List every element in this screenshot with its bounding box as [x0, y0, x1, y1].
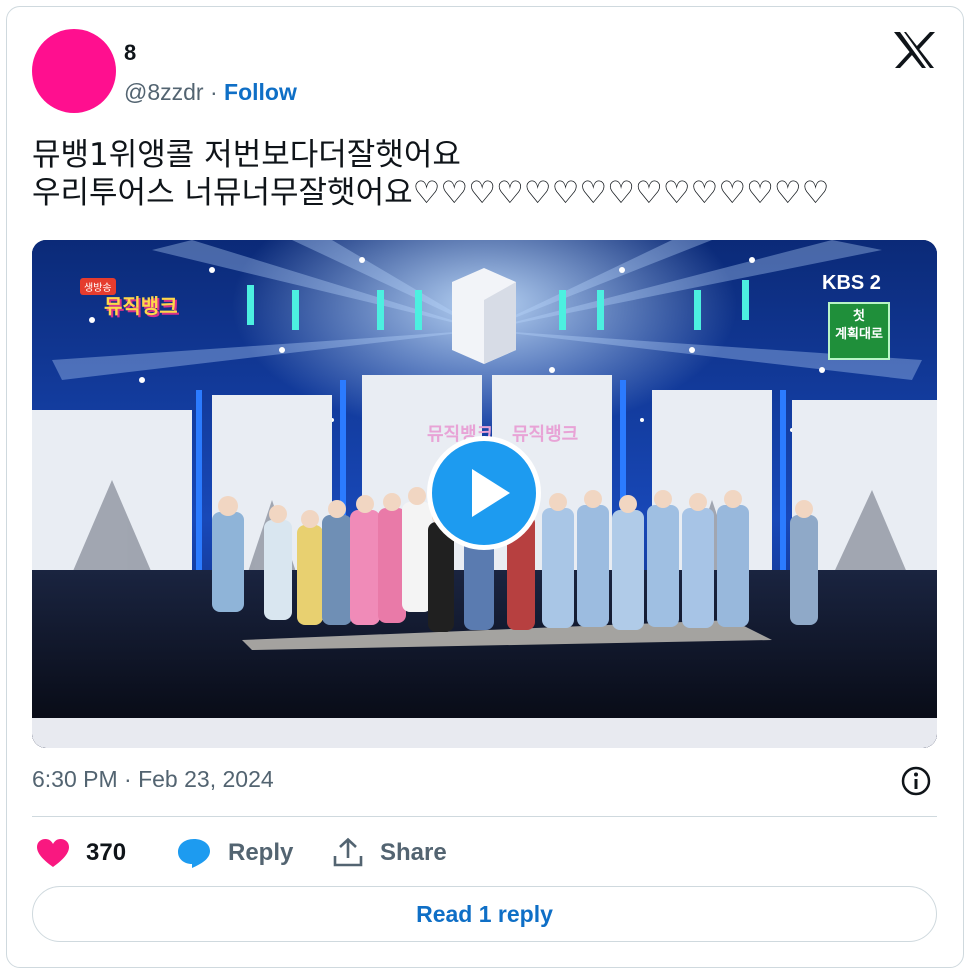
reply-button[interactable]: Reply — [176, 834, 293, 872]
heart-icon — [37, 839, 69, 867]
handle-row: @8zzdr · Follow — [124, 79, 297, 106]
play-icon — [472, 469, 510, 517]
handle-separator: · — [203, 79, 225, 105]
caption-bottom: 계획대로 — [835, 327, 883, 342]
x-logo-icon[interactable] — [892, 30, 936, 70]
tweet-line-2: 우리투어스 너뮤너무잘햇어요♡♡♡♡♡♡♡♡♡♡♡♡♡♡♡ — [32, 175, 830, 211]
share-icon — [333, 837, 363, 867]
tweet-text: 뮤뱅1위앵콜 저번보다더잘햇어요 우리투어스 너뮤너무잘햇어요♡♡♡♡♡♡♡♡♡… — [32, 136, 932, 212]
like-count: 370 — [86, 839, 127, 866]
broadcaster-logo: KBS 2 — [822, 272, 881, 294]
caption-box: 첫 계획대로 — [828, 302, 890, 360]
reply-label: Reply — [228, 839, 294, 866]
tweet-line-1: 뮤뱅1위앵콜 저번보다더잘햇어요 — [32, 137, 461, 173]
like-button[interactable]: 370 — [36, 834, 126, 872]
timestamp[interactable]: 6:30 PM · Feb 23, 2024 — [32, 766, 274, 793]
display-name[interactable]: 8 — [124, 40, 136, 66]
reply-bubble-icon — [178, 839, 210, 868]
read-replies-button[interactable]: Read 1 reply — [32, 886, 937, 942]
info-icon[interactable] — [900, 765, 932, 797]
stage-logo-right: 뮤직뱅크 — [512, 424, 579, 445]
share-button[interactable]: Share — [332, 834, 447, 872]
show-logo: 뮤직뱅크 — [104, 294, 178, 318]
divider — [32, 816, 937, 817]
caption-top: 첫 — [853, 309, 865, 324]
handle[interactable]: @8zzdr — [124, 79, 204, 105]
follow-button[interactable]: Follow — [224, 79, 297, 105]
play-button[interactable] — [427, 436, 541, 550]
share-label: Share — [380, 839, 447, 866]
avatar[interactable] — [32, 29, 116, 113]
